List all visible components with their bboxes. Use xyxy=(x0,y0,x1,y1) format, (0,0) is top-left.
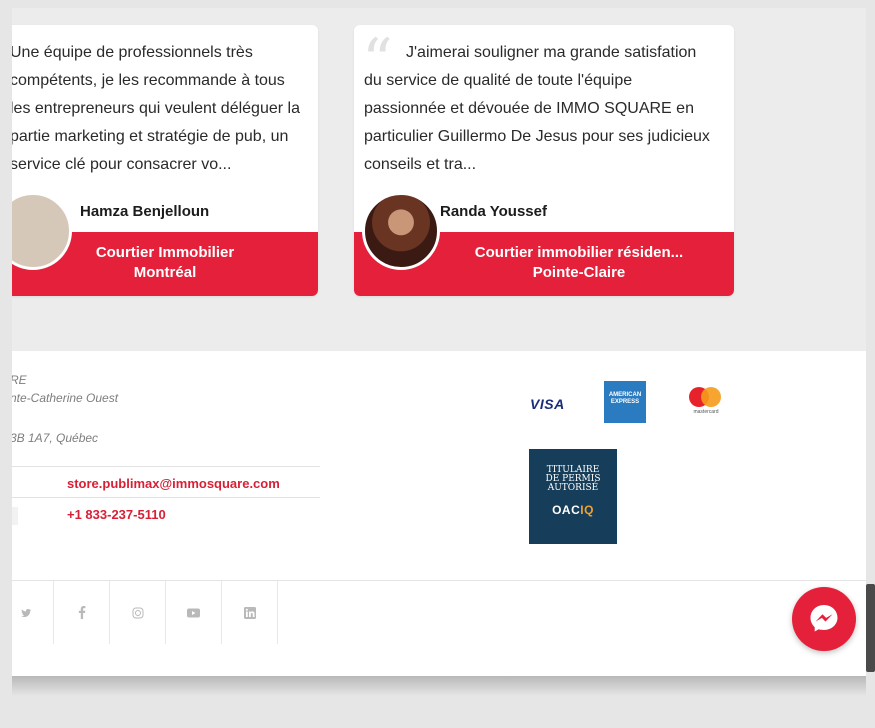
instagram-icon[interactable] xyxy=(110,581,166,644)
avatar xyxy=(362,192,440,270)
testimonial-role: Courtier immobilier résiden... xyxy=(474,244,684,261)
divider xyxy=(12,497,320,498)
testimonial-card-1[interactable]: Une équipe de professionnels très compét… xyxy=(12,25,318,296)
twitter-icon[interactable] xyxy=(12,581,54,644)
testimonial-quote: Une équipe de professionnels très compét… xyxy=(12,39,318,179)
testimonial-name: Randa Youssef xyxy=(440,203,547,220)
divider xyxy=(12,466,320,467)
youtube-icon[interactable] xyxy=(166,581,222,644)
scrollbar-track[interactable] xyxy=(866,0,875,676)
testimonial-name: Hamza Benjelloun xyxy=(80,203,210,220)
social-links xyxy=(12,580,866,644)
address-line-3: 3B 1A7, Québec xyxy=(12,431,99,445)
address-line-1: RE xyxy=(12,373,27,387)
oaciq-badge[interactable]: TITULAIRE DE PERMIS AUTORISÉ OACIQ xyxy=(529,449,617,544)
visa-logo: VISA xyxy=(530,396,565,412)
mastercard-logo: mastercard xyxy=(686,387,726,417)
site-footer: RE nte-Catherine Ouest 3B 1A7, Québec st… xyxy=(12,351,866,676)
testimonial-quote-text: J'aimerai souligner ma grande satisfatio… xyxy=(364,44,710,173)
testimonial-quote-text: Une équipe de professionnels très compét… xyxy=(12,44,300,173)
messenger-chat-button[interactable] xyxy=(792,587,856,651)
testimonial-card-2[interactable]: “ J'aimerai souligner ma grande satisfat… xyxy=(354,25,734,296)
page-viewport: Une équipe de professionnels très compét… xyxy=(12,8,866,676)
messenger-icon xyxy=(810,605,838,632)
phone-icon xyxy=(12,507,18,525)
oaciq-line-3: AUTORISÉ xyxy=(547,483,599,493)
oaciq-brand-a: OAC xyxy=(552,503,581,517)
linkedin-icon[interactable] xyxy=(222,581,278,644)
amex-logo: AMERICAN EXPRESS xyxy=(604,381,646,423)
oaciq-brand-b: IQ xyxy=(580,503,594,517)
address-line-2: nte-Catherine Ouest xyxy=(12,391,119,405)
testimonial-city: Montréal xyxy=(133,264,197,281)
facebook-icon[interactable] xyxy=(54,581,110,644)
testimonial-city: Pointe-Claire xyxy=(532,264,626,281)
testimonial-quote: J'aimerai souligner ma grande satisfatio… xyxy=(354,39,734,179)
scrollbar-thumb[interactable] xyxy=(866,584,875,672)
testimonials-carousel: Une équipe de professionnels très compét… xyxy=(12,8,866,351)
email-link[interactable]: store.publimax@immosquare.com xyxy=(67,476,280,491)
phone-link[interactable]: +1 833-237-5110 xyxy=(67,507,166,522)
page-shadow xyxy=(12,676,866,696)
mastercard-wordmark: mastercard xyxy=(693,409,719,415)
